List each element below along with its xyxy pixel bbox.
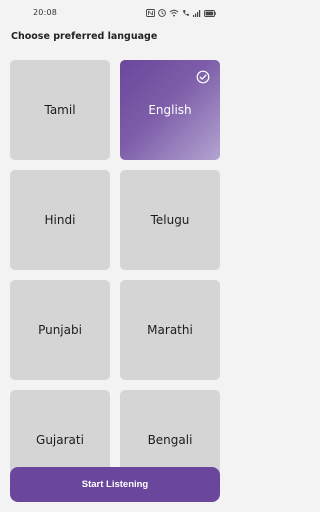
language-label: Punjabi — [38, 323, 82, 337]
language-label: Marathi — [147, 323, 193, 337]
language-label: Bengali — [147, 433, 193, 447]
language-card-marathi[interactable]: Marathi — [120, 280, 220, 380]
language-label: Telugu — [150, 213, 190, 227]
language-label: English — [148, 103, 192, 117]
language-grid: Tamil English Hindi Telugu Punjabi Marat… — [0, 0, 230, 512]
language-label: Hindi — [44, 213, 76, 227]
language-label: Tamil — [44, 103, 76, 117]
language-card-english[interactable]: English — [120, 60, 220, 160]
language-card-hindi[interactable]: Hindi — [10, 170, 110, 270]
language-card-tamil[interactable]: Tamil — [10, 60, 110, 160]
language-label: Gujarati — [36, 433, 84, 447]
language-card-telugu[interactable]: Telugu — [120, 170, 220, 270]
check-circle-icon — [196, 70, 210, 84]
start-listening-button[interactable]: Start Listening — [10, 467, 220, 502]
language-card-punjabi[interactable]: Punjabi — [10, 280, 110, 380]
